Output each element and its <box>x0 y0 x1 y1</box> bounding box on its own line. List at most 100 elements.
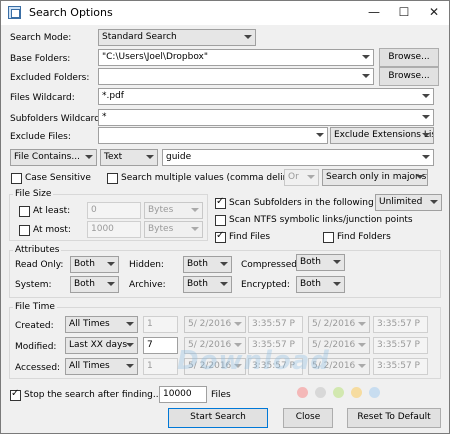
search-multiple-checkbox[interactable] <box>107 173 118 184</box>
chevron-down-icon <box>422 115 430 119</box>
archive-label: Archive: <box>129 280 166 290</box>
close-button[interactable]: Close <box>283 408 333 428</box>
at-most-checkbox[interactable] <box>19 225 30 236</box>
watermark-text: Download <box>177 346 330 376</box>
accessed-to-time-value: 3:35:57 P <box>377 361 420 371</box>
reset-default-button[interactable]: Reset To Default <box>347 408 441 428</box>
scan-depth-select[interactable]: Unlimited <box>375 194 442 211</box>
scan-subfolders-checkbox[interactable] <box>215 196 226 209</box>
exclude-files-input[interactable] <box>98 127 328 144</box>
chevron-down-icon <box>244 35 252 39</box>
files-wildcard-input[interactable]: *.pdf <box>98 88 434 105</box>
excluded-folders-label: Excluded Folders: <box>10 73 90 83</box>
case-sensitive-checkbox[interactable] <box>11 173 22 184</box>
minimize-button[interactable]: — <box>359 1 389 25</box>
find-files-checkbox[interactable] <box>215 230 226 243</box>
chevron-down-icon <box>333 282 341 286</box>
maximize-button[interactable]: ☐ <box>389 1 419 25</box>
base-folders-input[interactable]: "C:\Users\Joel\Dropbox" <box>98 49 374 66</box>
system-label: System: <box>15 280 52 290</box>
stop-count-input[interactable]: 10000 <box>159 386 207 403</box>
archive-select[interactable]: Both <box>183 276 232 293</box>
encrypted-value: Both <box>300 279 321 289</box>
files-wildcard-label: Files Wildcard: <box>10 93 75 103</box>
chevron-down-icon <box>191 208 199 212</box>
read-only-select[interactable]: Both <box>70 256 119 273</box>
exclude-mode-value: Exclude Extensions List <box>334 130 434 140</box>
modified-to-time[interactable]: 3:35:57 P <box>373 337 428 354</box>
base-folders-browse-button[interactable]: Browse... <box>379 48 439 67</box>
stream-value: Search only in major stre <box>326 172 428 182</box>
created-from-time[interactable]: 3:35:57 P <box>248 316 303 333</box>
at-most-input[interactable]: 1000 <box>87 221 141 238</box>
chevron-down-icon <box>107 262 115 266</box>
compressed-select[interactable]: Both <box>296 254 345 271</box>
accessed-to-time[interactable]: 3:35:57 P <box>373 358 428 375</box>
find-folders-checkbox[interactable] <box>323 232 334 243</box>
excluded-folders-browse-button[interactable]: Browse... <box>379 67 439 86</box>
at-most-unit-value: Bytes <box>148 224 174 234</box>
scan-ntfs-label: Scan NTFS symbolic links/junction points <box>229 215 413 225</box>
modified-mode-select[interactable]: Last XX days <box>65 337 138 354</box>
chevron-down-icon <box>422 133 430 137</box>
encrypted-select[interactable]: Both <box>296 276 345 293</box>
accessed-mode-select[interactable]: All Times <box>65 358 138 375</box>
chevron-down-icon <box>191 227 199 231</box>
hidden-value: Both <box>187 259 208 269</box>
created-days-value: 1 <box>147 319 153 329</box>
created-from-time-value: 3:35:57 P <box>252 319 295 329</box>
created-from-date[interactable]: 5/ 2/2016 <box>184 316 246 333</box>
start-search-button[interactable]: Start Search <box>168 408 268 428</box>
stream-select[interactable]: Search only in major stre <box>322 169 428 186</box>
created-mode-value: All Times <box>69 319 110 329</box>
at-most-unit-select[interactable]: Bytes <box>144 221 203 238</box>
compressed-value: Both <box>300 257 321 267</box>
stop-count-value: 10000 <box>163 389 192 399</box>
system-select[interactable]: Both <box>70 276 119 293</box>
chevron-down-icon <box>430 200 438 204</box>
created-mode-select[interactable]: All Times <box>65 316 138 333</box>
modified-label: Modified: <box>15 342 57 352</box>
or-select[interactable]: Or <box>284 169 319 186</box>
search-mode-value: Standard Search <box>102 32 177 42</box>
modified-days-input[interactable]: 7 <box>143 337 178 354</box>
exclude-mode-select[interactable]: Exclude Extensions List <box>330 127 434 144</box>
at-least-input[interactable]: 0 <box>87 202 141 219</box>
find-files-label: Find Files <box>229 232 271 242</box>
created-label: Created: <box>15 321 54 331</box>
at-least-checkbox[interactable] <box>19 206 30 217</box>
excluded-folders-input[interactable] <box>98 68 374 85</box>
created-days-input[interactable]: 1 <box>143 316 178 333</box>
files-wildcard-value: *.pdf <box>102 91 124 101</box>
accessed-mode-value: All Times <box>69 361 110 371</box>
chevron-down-icon <box>307 175 315 179</box>
search-mode-select[interactable]: Standard Search <box>98 29 256 46</box>
at-most-label: At most: <box>33 225 71 235</box>
chevron-down-icon <box>126 322 134 326</box>
created-to-date[interactable]: 5/ 2/2016 <box>308 316 370 333</box>
file-contains-value: File Contains... <box>14 152 80 162</box>
content-text-value: guide <box>166 152 192 162</box>
search-options-window: Search Options — ☐ ✕ Search Mode: Standa… <box>0 0 450 434</box>
compressed-label: Compressed: <box>241 260 300 270</box>
subfolders-wildcard-value: * <box>102 112 107 122</box>
read-only-label: Read Only: <box>15 260 64 270</box>
base-folders-label: Base Folders: <box>10 54 71 64</box>
stop-search-checkbox[interactable] <box>10 388 21 401</box>
scan-ntfs-checkbox[interactable] <box>215 215 226 226</box>
hidden-select[interactable]: Both <box>183 256 232 273</box>
file-contains-select[interactable]: File Contains... <box>10 149 97 166</box>
subfolders-wildcard-input[interactable]: * <box>98 109 434 126</box>
archive-value: Both <box>187 279 208 289</box>
created-to-time-value: 3:35:57 P <box>377 319 420 329</box>
created-to-time[interactable]: 3:35:57 P <box>373 316 428 333</box>
read-only-value: Both <box>74 259 95 269</box>
content-text-input[interactable]: guide <box>162 149 434 166</box>
content-type-select[interactable]: Text <box>100 149 158 166</box>
accessed-days-input[interactable]: 1 <box>143 358 178 375</box>
close-window-button[interactable]: ✕ <box>419 1 449 25</box>
search-mode-label: Search Mode: <box>10 33 72 43</box>
at-least-unit-select[interactable]: Bytes <box>144 202 203 219</box>
modified-days-value: 7 <box>147 340 153 350</box>
chevron-down-icon <box>107 282 115 286</box>
